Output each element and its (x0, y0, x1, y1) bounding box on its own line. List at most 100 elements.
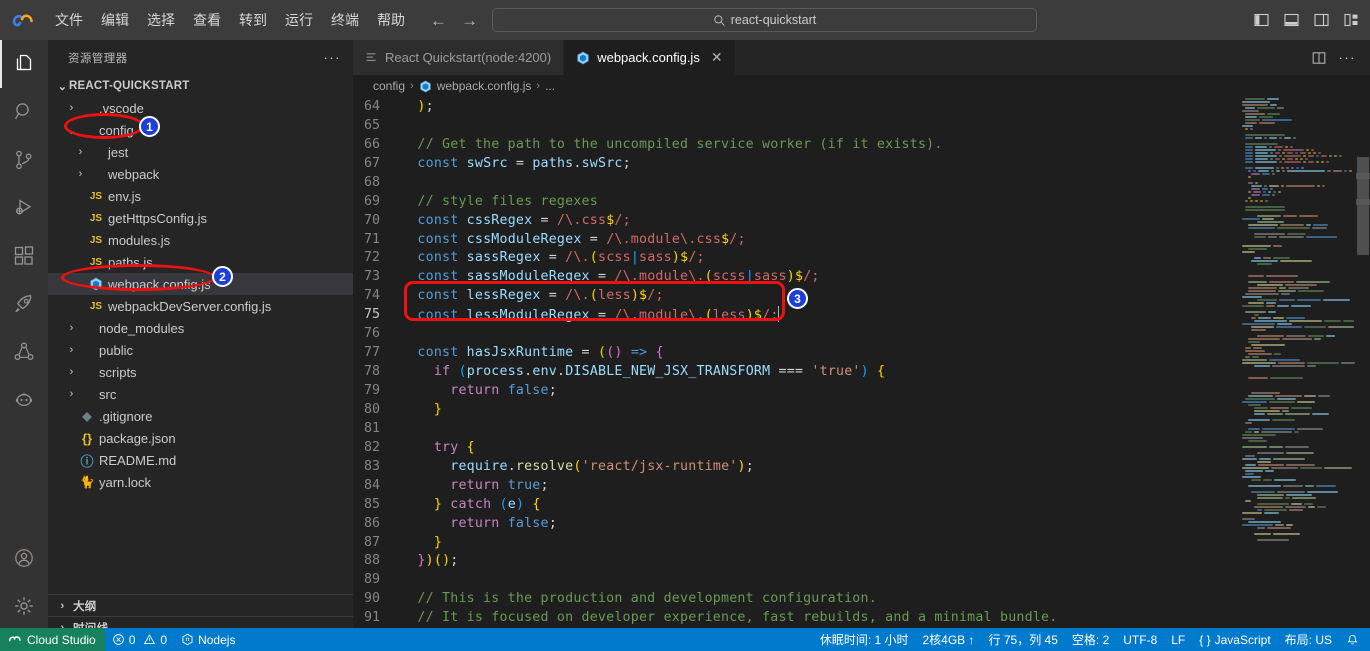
minimap-token (1242, 103, 1268, 106)
minimap-token (1251, 172, 1260, 175)
minimap[interactable] (1238, 97, 1356, 638)
minimap-token (1245, 397, 1275, 400)
split-editor-icon[interactable] (1311, 50, 1327, 66)
tree-item-scripts[interactable]: › scripts (48, 361, 353, 383)
tree-item-label: node_modules (99, 320, 185, 336)
status-eol[interactable]: LF (1164, 628, 1192, 651)
minimap-token (1286, 523, 1293, 526)
scrollbar-thumb[interactable] (1357, 157, 1369, 255)
activity-extensions[interactable] (0, 232, 48, 280)
rocket-icon (15, 295, 32, 313)
activity-share[interactable] (0, 328, 48, 376)
tree-item--gitignore[interactable]: ›◆.gitignore (48, 405, 353, 427)
tree-item-env-js[interactable]: ›JSenv.js (48, 185, 353, 207)
error-icon (112, 634, 124, 645)
status-problems[interactable]: 0 0 (105, 628, 174, 651)
status-cloud-studio[interactable]: Cloud Studio (0, 628, 105, 651)
menu-edit[interactable]: 编辑 (92, 7, 138, 33)
breadcrumb-symbol[interactable]: ... (545, 79, 555, 93)
activity-robot[interactable] (0, 376, 48, 424)
minimap-token (1254, 430, 1259, 433)
close-icon[interactable]: ✕ (711, 49, 723, 66)
activity-bar (0, 40, 48, 638)
line-content: if (process.env.DISABLE_NEW_JSX_TRANSFOR… (433, 364, 886, 380)
activity-settings[interactable] (0, 582, 48, 630)
tree-item-webpackdevserver-config-js[interactable]: ›JSwebpackDevServer.config.js (48, 295, 353, 317)
status-keyboard-layout[interactable]: 布局: US (1278, 628, 1339, 651)
tree-root-react-quickstart[interactable]: ⌄ REACT-QUICKSTART (48, 75, 353, 97)
minimap-token (1279, 286, 1286, 289)
line-number: 69 (363, 193, 380, 209)
status-language-mode[interactable]: { } JavaScript (1192, 628, 1277, 651)
minimap-token (1285, 496, 1290, 499)
menu-go[interactable]: 转到 (230, 7, 276, 33)
status-notifications[interactable] (1339, 628, 1366, 651)
toggle-panel-icon[interactable] (1283, 12, 1300, 28)
menu-terminal[interactable]: 终端 (322, 7, 368, 33)
outline-section[interactable]: › 大纲 (48, 594, 353, 616)
tree-item-gethttpsconfig-js[interactable]: ›JSgetHttpsConfig.js (48, 207, 353, 229)
status-runtime[interactable]: Nodejs (174, 628, 242, 651)
tree-item-modules-js[interactable]: ›JSmodules.js (48, 229, 353, 251)
webpack-icon (90, 277, 102, 291)
minimap-token (1242, 124, 1253, 127)
tree-item-node-modules[interactable]: › node_modules (48, 317, 353, 339)
back-arrow-icon[interactable]: ← (430, 12, 447, 29)
minimap-token (1291, 166, 1294, 169)
tree-item-config[interactable]: ⌄ config (48, 119, 353, 141)
minimap-token (1254, 157, 1268, 160)
more-actions-icon[interactable]: ··· (1339, 50, 1357, 65)
status-indentation[interactable]: 空格: 2 (1065, 628, 1116, 651)
outline-section-label: 大纲 (73, 600, 97, 613)
activity-accounts[interactable] (0, 534, 48, 582)
breadcrumb-folder[interactable]: config (373, 79, 405, 93)
tree-item-src[interactable]: › src (48, 383, 353, 405)
tree-item-paths-js[interactable]: ›JSpaths.js (48, 251, 353, 273)
toggle-secondary-sidebar-icon[interactable] (1313, 12, 1330, 28)
activity-explorer[interactable] (0, 40, 48, 88)
breadcrumb-file[interactable]: webpack.config.js (437, 79, 532, 93)
menu-file[interactable]: 文件 (46, 7, 92, 33)
tree-item-readme-md[interactable]: ›ⓘREADME.md (48, 449, 353, 471)
status-spec[interactable]: 2核4GB ↑ (916, 628, 982, 651)
menu-selection[interactable]: 选择 (138, 7, 184, 33)
menu-run[interactable]: 运行 (276, 7, 322, 33)
activity-search[interactable] (0, 88, 48, 136)
editor-scrollbar[interactable] (1356, 97, 1370, 638)
tree-item-webpack[interactable]: › webpack (48, 163, 353, 185)
menu-help[interactable]: 帮助 (368, 7, 414, 33)
vscode-window: 文件 编辑 选择 查看 转到 运行 终端 帮助 ← → react-quicks… (0, 0, 1370, 651)
status-encoding[interactable]: UTF-8 (1116, 628, 1164, 651)
minimap-token (1262, 187, 1268, 190)
tab-webpack-config-js[interactable]: webpack.config.js ✕ (564, 40, 736, 75)
sidebar-more-actions-icon[interactable]: ··· (324, 50, 342, 65)
tree-item-jest[interactable]: › jest (48, 141, 353, 163)
minimap-token (1242, 358, 1267, 361)
code-editor[interactable]: 64 ); 65 66 // Get the path to the uncompi… (353, 97, 1370, 638)
minimap-token (1242, 304, 1264, 307)
activity-source-control[interactable] (0, 136, 48, 184)
tree-item-webpack-config-js[interactable]: ›webpack.config.js (48, 273, 353, 295)
minimap-token (1286, 184, 1315, 187)
status-cursor-position[interactable]: 行 75，列 45 (982, 628, 1065, 651)
menu-view[interactable]: 查看 (184, 7, 230, 33)
tree-item-public[interactable]: › public (48, 339, 353, 361)
minimap-token (1266, 304, 1275, 307)
tree-item--vscode[interactable]: › .vscode (48, 97, 353, 119)
tree-item-package-json[interactable]: ›{}package.json (48, 427, 353, 449)
minimap-token (1280, 259, 1312, 262)
tab-react-quickstart-terminal[interactable]: React Quickstart(node:4200) (353, 40, 565, 75)
activity-run-debug[interactable] (0, 184, 48, 232)
search-input[interactable]: react-quickstart (492, 8, 1037, 32)
activity-rocket[interactable] (0, 280, 48, 328)
status-hibernate-time[interactable]: 休眠时间: 1 小时 (813, 628, 916, 651)
customize-layout-icon[interactable] (1343, 12, 1360, 28)
chevron-right-icon: › (69, 322, 74, 334)
toggle-primary-sidebar-icon[interactable] (1253, 12, 1270, 28)
line-number: 72 (363, 250, 380, 266)
minimap-token (1254, 235, 1266, 238)
minimap-token (1283, 214, 1297, 217)
code-line-64: 64 ); (353, 97, 1370, 116)
tree-item-yarn-lock[interactable]: ›🐈yarn.lock (48, 471, 353, 493)
forward-arrow-icon[interactable]: → (461, 12, 478, 29)
